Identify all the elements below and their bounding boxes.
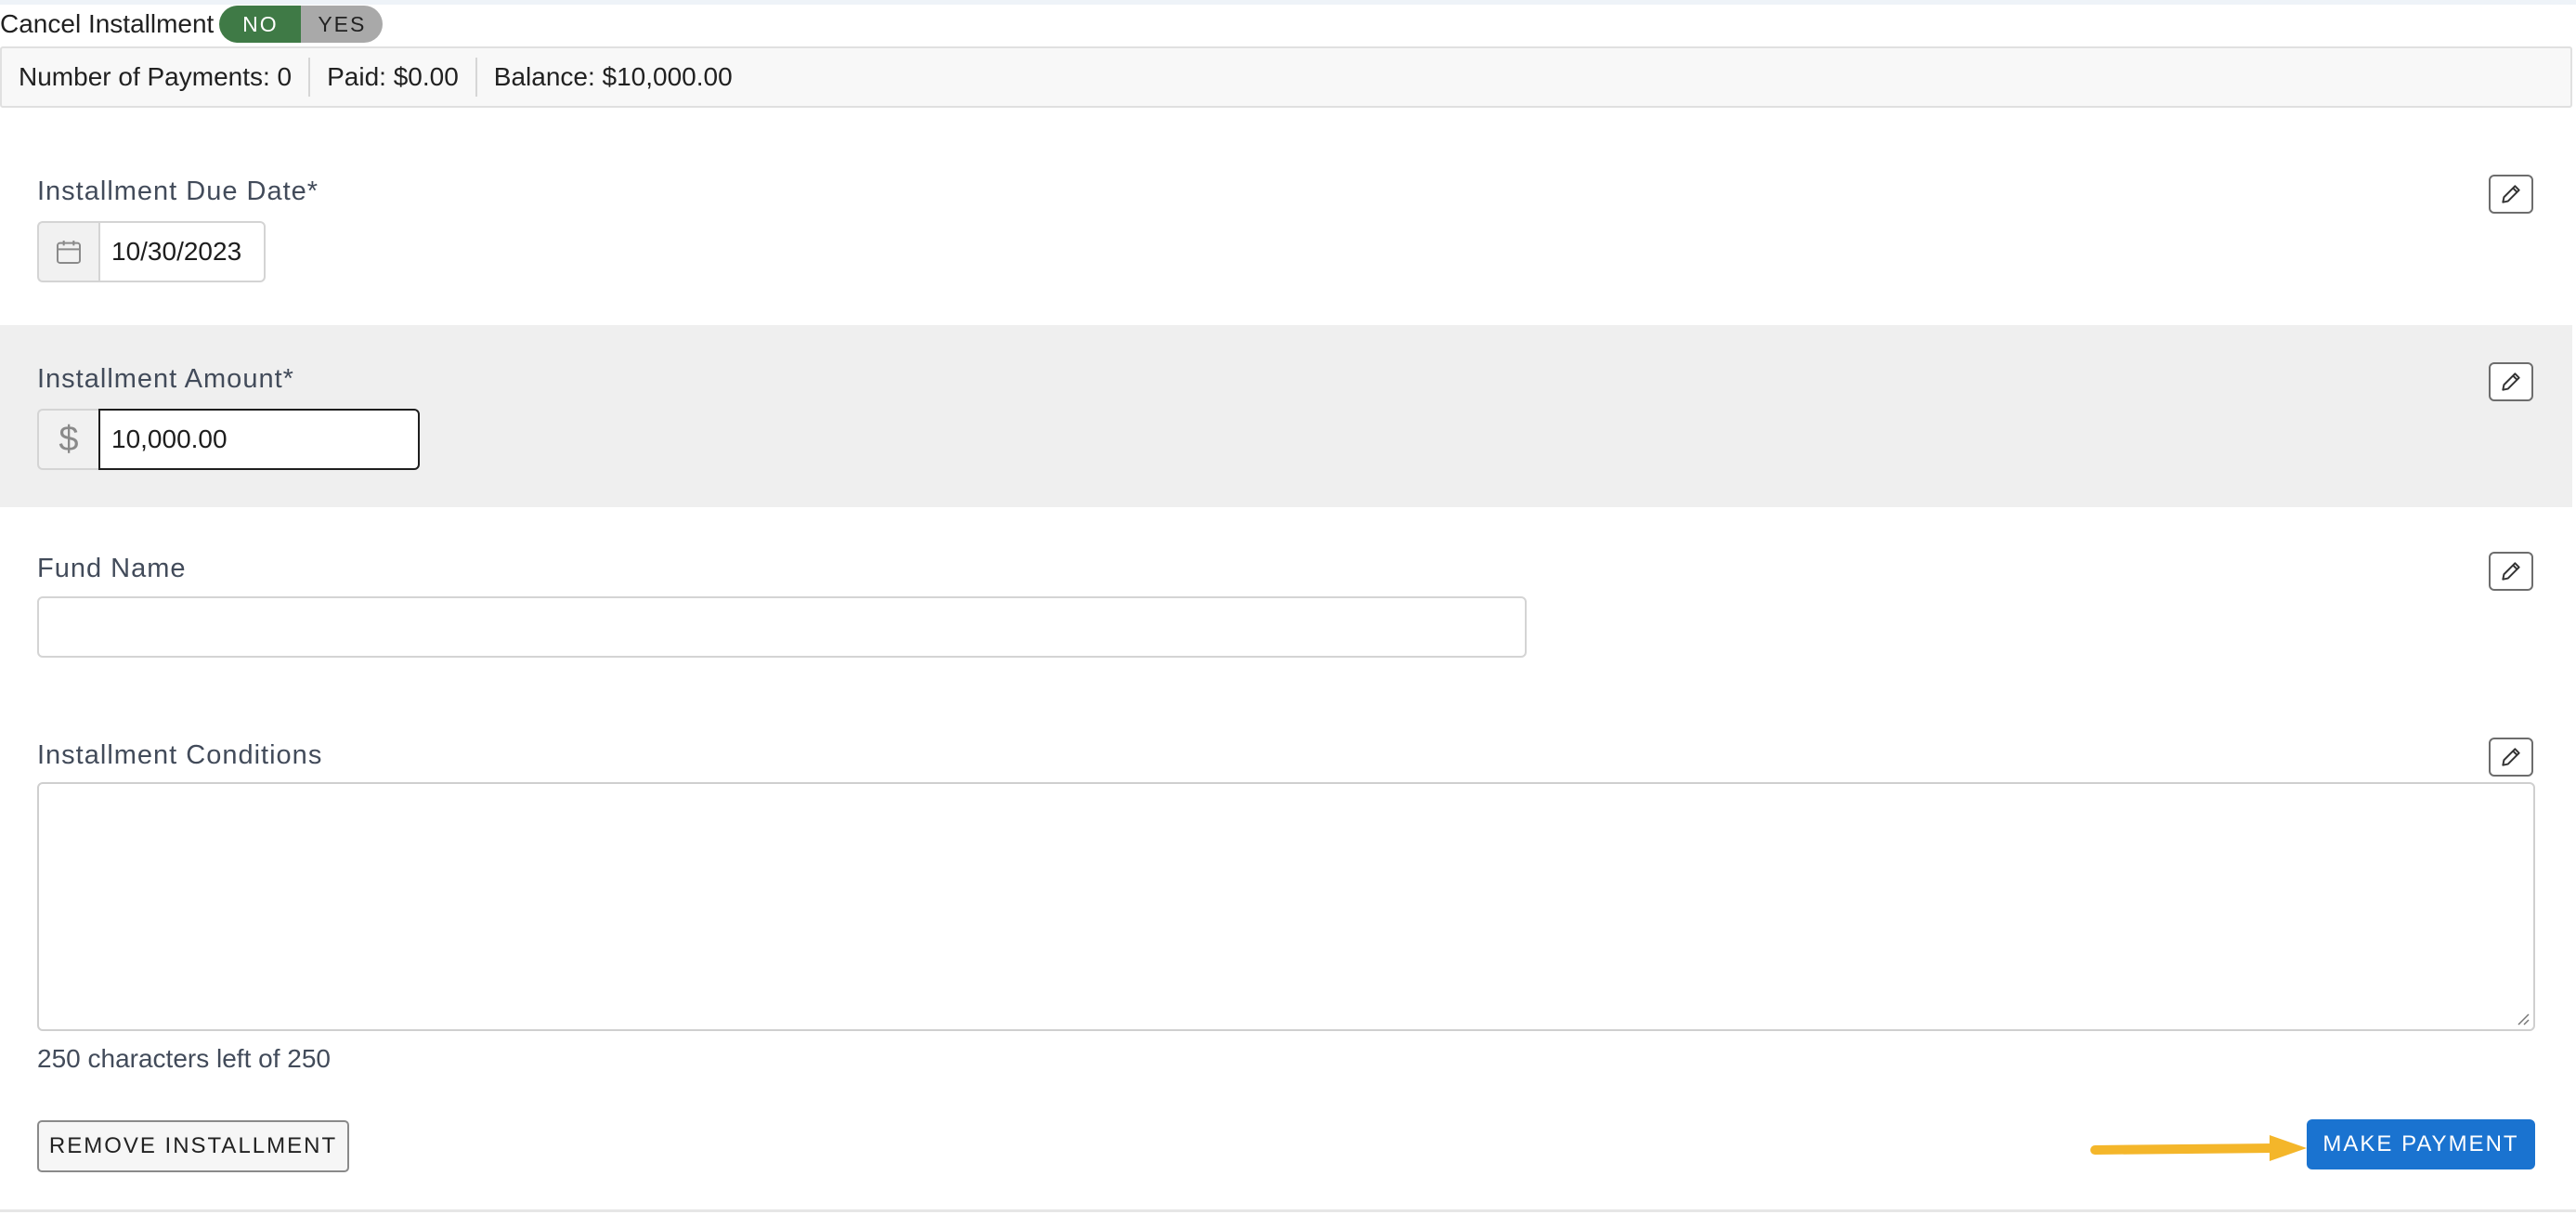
- toggle-option-yes[interactable]: YES: [301, 6, 384, 43]
- dollar-sign-addon: $: [37, 409, 98, 470]
- edit-conditions-button[interactable]: [2489, 738, 2533, 777]
- annotation-arrow-icon: [2090, 1135, 2307, 1161]
- cancel-installment-toggle[interactable]: NO YES: [219, 6, 384, 43]
- remove-installment-button[interactable]: REMOVE INSTALLMENT: [37, 1120, 349, 1172]
- top-strip: [0, 0, 2576, 5]
- toggle-option-no[interactable]: NO: [219, 6, 302, 43]
- conditions-textarea[interactable]: [37, 782, 2535, 1031]
- pencil-icon: [2502, 185, 2520, 203]
- number-of-payments: Number of Payments: 0: [19, 62, 293, 91]
- installment-form: Cancel Installment NO YES Number of Paym…: [0, 0, 2576, 1215]
- cancel-installment-row: Cancel Installment NO YES: [0, 6, 384, 43]
- character-count: 250 characters left of 250: [37, 1044, 331, 1073]
- due-date-section: Installment Due Date* 10/30/2023: [0, 110, 2572, 325]
- calendar-icon: [57, 241, 81, 264]
- edit-fund-name-button[interactable]: [2489, 552, 2533, 591]
- pencil-icon: [2502, 562, 2520, 581]
- edit-due-date-button[interactable]: [2489, 175, 2533, 214]
- cancel-installment-label: Cancel Installment: [0, 9, 215, 38]
- edit-amount-button[interactable]: [2489, 362, 2533, 401]
- bottom-divider: [0, 1209, 2576, 1212]
- payment-summary-bar: Number of Payments: 0 Paid: $0.00 Balanc…: [0, 46, 2572, 108]
- resize-grip-icon[interactable]: [2513, 1009, 2530, 1026]
- pencil-icon: [2502, 748, 2520, 766]
- fund-name-input[interactable]: [37, 596, 1527, 658]
- pencil-icon: [2502, 372, 2520, 391]
- make-payment-button[interactable]: MAKE PAYMENT: [2307, 1119, 2535, 1169]
- amount-label: Installment Amount*: [37, 364, 294, 394]
- balance-amount: Balance: $10,000.00: [475, 58, 749, 97]
- fund-name-label: Fund Name: [37, 554, 187, 583]
- due-date-input[interactable]: 10/30/2023: [98, 221, 266, 282]
- amount-section: Installment Amount* $ 10,000.00: [0, 325, 2572, 507]
- calendar-addon[interactable]: [37, 221, 98, 282]
- due-date-label: Installment Due Date*: [37, 176, 319, 206]
- conditions-label: Installment Conditions: [37, 740, 323, 770]
- amount-input[interactable]: 10,000.00: [98, 409, 420, 470]
- fund-name-section: Fund Name: [0, 507, 2572, 693]
- paid-amount: Paid: $0.00: [308, 58, 475, 97]
